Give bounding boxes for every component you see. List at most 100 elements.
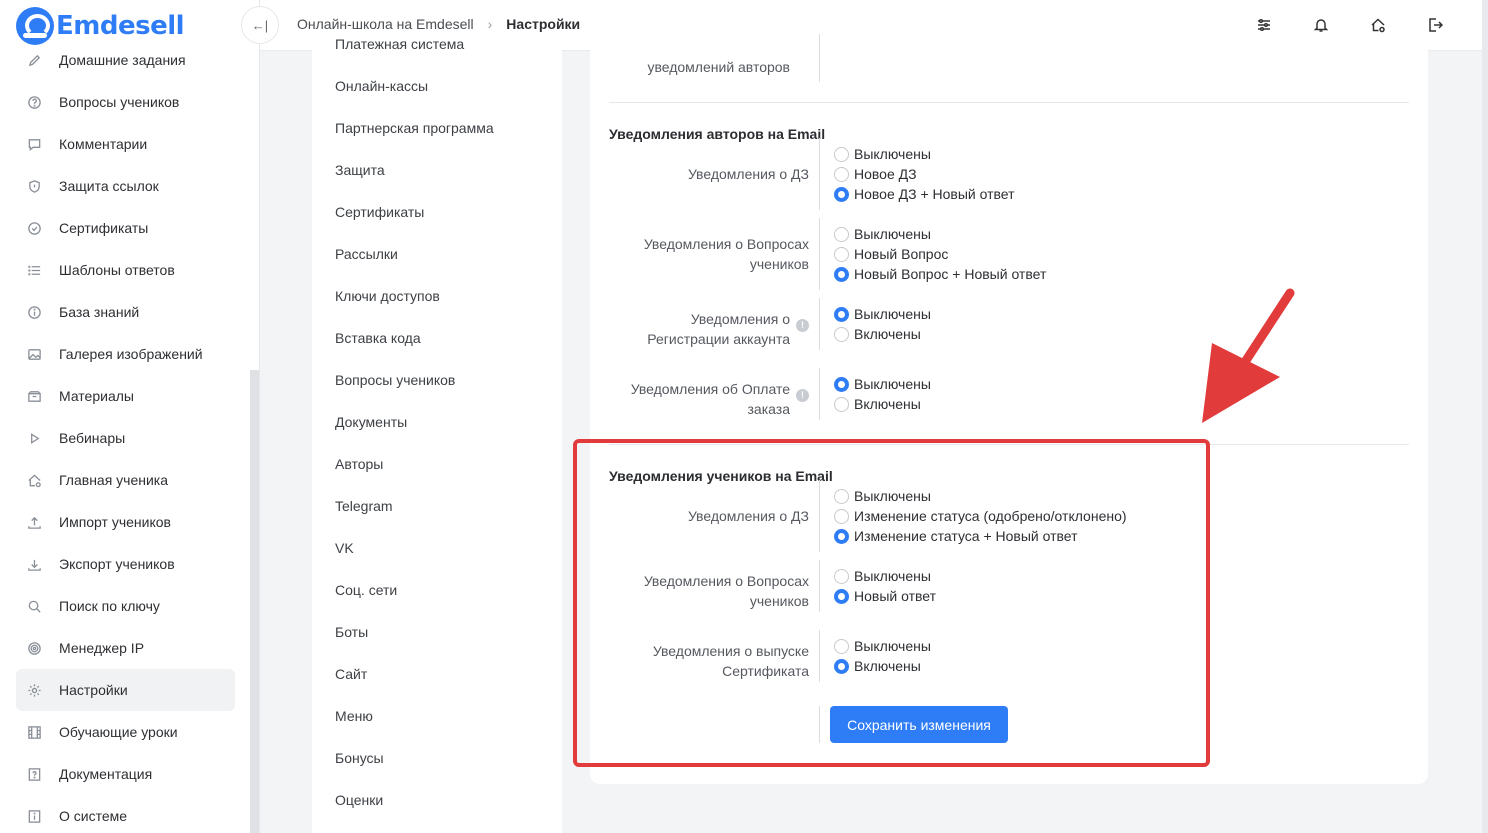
submenu-item[interactable]: Бонусы [335,750,384,766]
info-icon[interactable]: ! [796,319,809,332]
radio-option[interactable]: Выключены [834,224,931,244]
sidebar-item[interactable]: Настройки [16,669,235,711]
film-icon [26,724,42,740]
home-user-icon [26,472,42,488]
radio-option[interactable]: Выключены [834,304,931,324]
radio-unchecked-icon[interactable] [834,246,849,262]
submenu-item[interactable]: Онлайн-кассы [335,78,428,94]
radio-checked-icon[interactable] [834,266,849,282]
sidebar-item[interactable]: Шаблоны ответов [16,249,235,291]
radio-unchecked-icon[interactable] [834,166,849,182]
breadcrumb-current: Настройки [506,16,581,32]
submenu-item[interactable]: Сайт [335,666,367,682]
upload-icon [26,514,42,530]
submenu-item[interactable]: Вопросы учеников [335,372,455,388]
collapse-sidebar-button[interactable]: ←| [241,6,279,44]
radio-option-label: Новое ДЗ [854,166,917,182]
sidebar-item[interactable]: Экспорт учеников [16,543,235,585]
breadcrumb-school[interactable]: Онлайн-школа на Emdesell [297,16,474,32]
submenu-item[interactable]: Авторы [335,456,383,472]
submenu-item[interactable]: Рассылки [335,246,398,262]
comment-icon [26,136,42,152]
submenu-item[interactable]: Защита [335,162,385,178]
chevron-right-icon: › [487,16,493,32]
sidebar-item-label: Защита ссылок [59,178,159,194]
sidebar-item-label: Материалы [59,388,134,404]
sidebar-menu: Домашние задания Вопросы учеников Коммента… [16,39,235,833]
radio-checked-icon[interactable] [834,376,849,392]
sidebar-item[interactable]: Галерея изображений [16,333,235,375]
info-circle-icon [26,304,42,320]
sidebar-item[interactable]: Вебинары [16,417,235,459]
sidebar-item[interactable]: Поиск по ключу [16,585,235,627]
sidebar-item[interactable]: Менеджер IP [16,627,235,669]
download-icon [26,556,42,572]
radio-option-label: Включены [854,326,921,342]
sidebar-item[interactable]: База знаний [16,291,235,333]
submenu-item[interactable]: Партнерская программа [335,120,494,136]
radio-unchecked-icon[interactable] [834,326,849,342]
column-divider [819,34,820,82]
doc-question-icon [26,766,42,782]
play-icon [26,430,42,446]
sidebar-item-label: Обучающие уроки [59,724,178,740]
radio-option[interactable]: Новое ДЗ + Новый ответ [834,184,1015,204]
submenu-item[interactable]: VK [335,540,354,556]
sidebar-item[interactable]: Защита ссылок [16,165,235,207]
image-icon [26,346,42,362]
submenu-item[interactable]: Платежная система [335,36,464,52]
bell-icon[interactable] [1311,15,1331,35]
radio-option[interactable]: Выключены [834,374,931,394]
submenu-item[interactable]: Оценки [335,792,383,808]
radio-unchecked-icon[interactable] [834,226,849,242]
submenu-item[interactable]: Вставка кода [335,330,421,346]
sidebar-item[interactable]: Главная ученика [16,459,235,501]
radio-option-label: Включены [854,396,921,412]
sidebar-item[interactable]: Комментарии [16,123,235,165]
radio-option[interactable]: Включены [834,394,921,414]
radio-option-label: Новый Вопрос [854,246,949,262]
submenu-item[interactable]: Боты [335,624,368,640]
breadcrumb: Онлайн-школа на Emdesell › Настройки [297,16,580,32]
submenu-item[interactable]: Ключи доступов [335,288,440,304]
radio-option[interactable]: Включены [834,324,921,344]
radio-option[interactable]: Новое ДЗ [834,164,917,184]
sidebar-item-label: О системе [59,808,128,824]
sliders-icon[interactable] [1254,15,1274,35]
sidebar-item[interactable]: Сертификаты [16,207,235,249]
setting-label: Уведомления о [690,311,790,327]
list-icon [26,262,42,278]
sidebar-item[interactable]: Материалы [16,375,235,417]
question-circle-icon [26,94,42,110]
sidebar: Emdesell Домашние задания Вопросы ученико… [0,0,260,833]
sidebar-item[interactable]: Обучающие уроки [16,711,235,753]
column-divider [819,138,820,210]
submenu-item[interactable]: Документы [335,414,407,430]
radio-option[interactable]: Новый Вопрос + Новый ответ [834,264,1046,284]
sidebar-item[interactable]: Документация [16,753,235,795]
submenu-item[interactable]: Соц. сети [335,582,397,598]
sidebar-scrollbar[interactable] [250,370,259,833]
submenu-item[interactable]: Telegram [335,498,393,514]
home-gear-icon[interactable] [1368,15,1388,35]
sidebar-item-label: Комментарии [59,136,148,152]
radio-unchecked-icon[interactable] [834,396,849,412]
logout-icon[interactable] [1425,15,1445,35]
submenu-item[interactable]: Сертификаты [335,204,424,220]
pencil-icon [26,52,42,68]
radio-checked-icon[interactable] [834,306,849,322]
submenu-item[interactable]: Меню [335,708,373,724]
sidebar-item[interactable]: Импорт учеников [16,501,235,543]
sidebar-item[interactable]: Домашние задания [16,39,235,81]
radio-option[interactable]: Новый Вопрос [834,244,948,264]
sidebar-item-label: Настройки [59,682,128,698]
sidebar-item[interactable]: О системе [16,795,235,833]
authors-section-title: Уведомления авторов на Email [609,126,826,142]
info-icon[interactable]: ! [796,389,809,402]
setting-label: Уведомления о ДЗ [687,166,809,182]
page-scrollbar[interactable] [1482,0,1488,833]
radio-option[interactable]: Выключены [834,144,931,164]
radio-unchecked-icon[interactable] [834,146,849,162]
sidebar-item[interactable]: Вопросы учеников [16,81,235,123]
radio-checked-icon[interactable] [834,186,849,202]
